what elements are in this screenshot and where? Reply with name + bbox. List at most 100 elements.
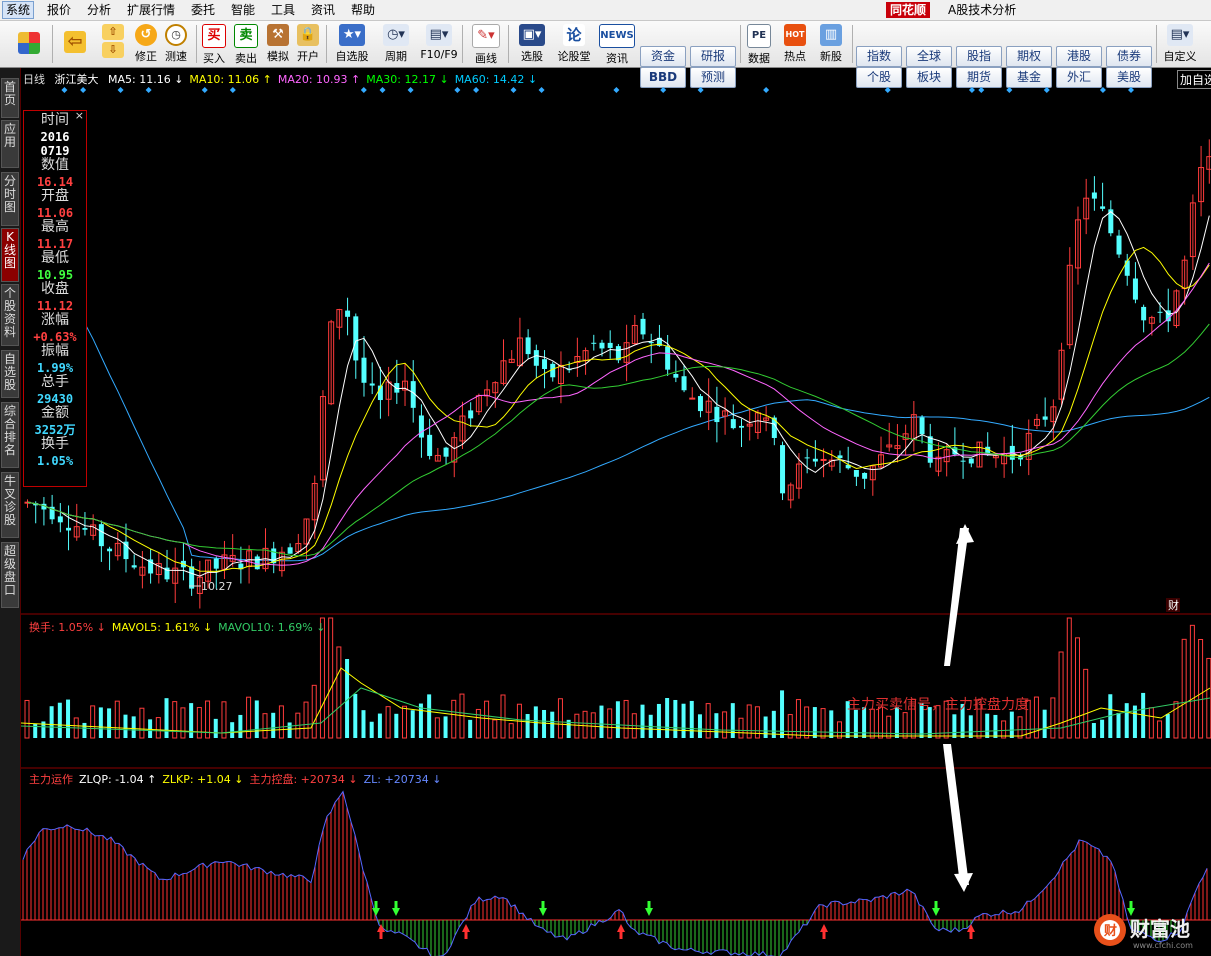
grid-btn-global[interactable]: 全球 — [906, 46, 952, 67]
volume-bar — [427, 694, 432, 738]
volume-bar — [795, 699, 801, 739]
toolbar-period-button[interactable]: ◷▾ 周期 — [376, 23, 416, 65]
info-value: 29430 — [36, 392, 74, 406]
layout-icon-button[interactable] — [12, 23, 46, 65]
candle-body — [730, 419, 736, 429]
toolbar-hot-button[interactable]: HOT 热点 — [780, 23, 810, 65]
candle-body — [1116, 235, 1122, 255]
toolbar-speed-button[interactable]: ◷ 测速 — [162, 23, 190, 65]
grid-btn-stock-index[interactable]: 股指 — [956, 46, 1002, 67]
menu-tools[interactable]: 工具 — [268, 2, 298, 18]
menu-smart[interactable]: 智能 — [228, 2, 258, 18]
volume-bar — [394, 713, 399, 738]
volume-bar — [640, 704, 645, 738]
sidebar-item-profile[interactable]: 个股资料 — [1, 284, 19, 346]
candle-body — [960, 460, 966, 462]
grid-btn-bonds[interactable]: 债券 — [1106, 46, 1152, 67]
toolbar-ipo-label: 新股 — [820, 50, 842, 63]
ma60-line — [27, 202, 1210, 562]
toolbar-open-account-button[interactable]: 🔒 开户 — [294, 23, 322, 65]
page-up-down-button[interactable]: ⇧ ⇩ — [100, 23, 126, 65]
info-value: 11.12 — [36, 299, 74, 313]
sidebar-item-watchlist[interactable]: 自选股 — [1, 350, 19, 398]
signal-diamond — [117, 87, 124, 93]
volume-bar — [172, 701, 178, 739]
sell-icon: 卖 — [234, 24, 258, 48]
signal-diamond — [80, 87, 87, 93]
buy-signal-arrow — [377, 924, 385, 932]
volume-bar — [196, 707, 202, 739]
volume-bar — [615, 701, 620, 738]
sidebar-item-home[interactable]: 首页 — [1, 78, 19, 118]
toolbar-news-button[interactable]: NEWS 资讯 — [598, 23, 636, 65]
volume-bar — [665, 698, 670, 738]
volume-bar — [508, 723, 514, 739]
sidebar-apps-label: 应用 — [3, 122, 16, 149]
sidebar-item-super-panel[interactable]: 超级盘口 — [1, 542, 19, 608]
buy-signal-stem — [969, 932, 973, 939]
menu-trade[interactable]: 委托 — [188, 2, 218, 18]
toolbar-ipo-button[interactable]: ▥ 新股 — [816, 23, 846, 65]
grid-btn-funds[interactable]: 资金 — [640, 46, 686, 67]
candle-body — [862, 472, 868, 479]
volume-bar — [1009, 711, 1014, 738]
volume-bar — [820, 708, 826, 739]
toolbar-forum-button[interactable]: 论 论股堂 — [554, 23, 594, 65]
menu-help[interactable]: 帮助 — [348, 2, 378, 18]
info-value: 11.17 — [36, 237, 74, 251]
toolbar-sell-button[interactable]: 卖 卖出 — [232, 23, 260, 65]
ma10-line — [27, 246, 1210, 572]
signal-diamond — [538, 87, 545, 93]
candle-body — [369, 383, 375, 386]
volume-bar — [1050, 697, 1056, 739]
volume-bar — [180, 707, 186, 739]
sidebar-item-kline[interactable]: K线图 — [1, 228, 19, 282]
watermark-url: www.cfchi.com — [1133, 941, 1193, 950]
grid-btn-reports[interactable]: 研报 — [690, 46, 736, 67]
toolbar-data-button[interactable]: PE 数据 — [744, 23, 774, 65]
menu-quote[interactable]: 报价 — [44, 2, 74, 18]
sidebar-item-ranking[interactable]: 综合排名 — [1, 402, 19, 468]
toolbar-stock-pick-button[interactable]: ▣▾ 选股 — [512, 23, 552, 65]
signal-diamond — [697, 87, 704, 93]
toolbar-draw-button[interactable]: ✎▾ 画线 — [466, 23, 506, 65]
grid-btn-hk[interactable]: 港股 — [1056, 46, 1102, 67]
toolbar-f10-button[interactable]: ▤▾ F10/F9 — [418, 23, 460, 65]
menu-ext-quote[interactable]: 扩展行情 — [124, 2, 178, 18]
toolbar-buy-button[interactable]: 买 买入 — [200, 23, 228, 65]
ma20-line — [27, 262, 1210, 566]
volume-bar — [1189, 624, 1195, 739]
sidebar-item-intraday[interactable]: 分时图 — [1, 172, 19, 226]
sidebar-item-diagnosis[interactable]: 牛叉诊股 — [1, 472, 19, 538]
toolbar-watchlist-label: 自选股 — [335, 50, 369, 63]
back-button[interactable]: ⇦ — [60, 23, 90, 65]
volume-bar — [557, 698, 563, 739]
volume-bar — [705, 703, 711, 739]
grid-btn-index[interactable]: 指数 — [856, 46, 902, 67]
toolbar-fix-button[interactable]: ↺ 修正 — [132, 23, 160, 65]
signal-diamond — [145, 87, 152, 93]
sidebar-item-apps[interactable]: 应用 — [1, 120, 19, 168]
menu-analysis[interactable]: 分析 — [84, 2, 114, 18]
watermark-logo: 财 财富池 www.cfchi.com — [1093, 910, 1211, 950]
volume-bar — [804, 706, 810, 739]
volume-bar — [361, 710, 366, 738]
info-value: 16.14 — [36, 175, 74, 189]
toolbar-simulate-label: 模拟 — [267, 50, 289, 63]
candle-body — [533, 350, 539, 366]
volume-bar — [623, 699, 629, 739]
hot-icon: HOT — [784, 24, 806, 46]
app-brand-logo: 同花顺 — [886, 2, 931, 18]
menu-news[interactable]: 资讯 — [308, 2, 338, 18]
kline-chart[interactable]: 10.27 财 — [21, 68, 1211, 956]
toolbar-simulate-button[interactable]: ⚒ 模拟 — [264, 23, 292, 65]
buy-signal-stem — [464, 932, 468, 939]
up-arrow-icon: ⇧ — [102, 24, 124, 40]
toolbar-watchlist-button[interactable]: ★▾ 自选股 — [332, 23, 372, 65]
signal-diamond — [473, 87, 480, 93]
toolbar-custom-button[interactable]: ▤▾ 自定义 — [1160, 23, 1200, 65]
toolbar-buy-label: 买入 — [203, 52, 225, 65]
grid-btn-options[interactable]: 期权 — [1006, 46, 1052, 67]
menu-system[interactable]: 系统 — [2, 1, 35, 19]
info-label: 总手 — [41, 374, 69, 390]
